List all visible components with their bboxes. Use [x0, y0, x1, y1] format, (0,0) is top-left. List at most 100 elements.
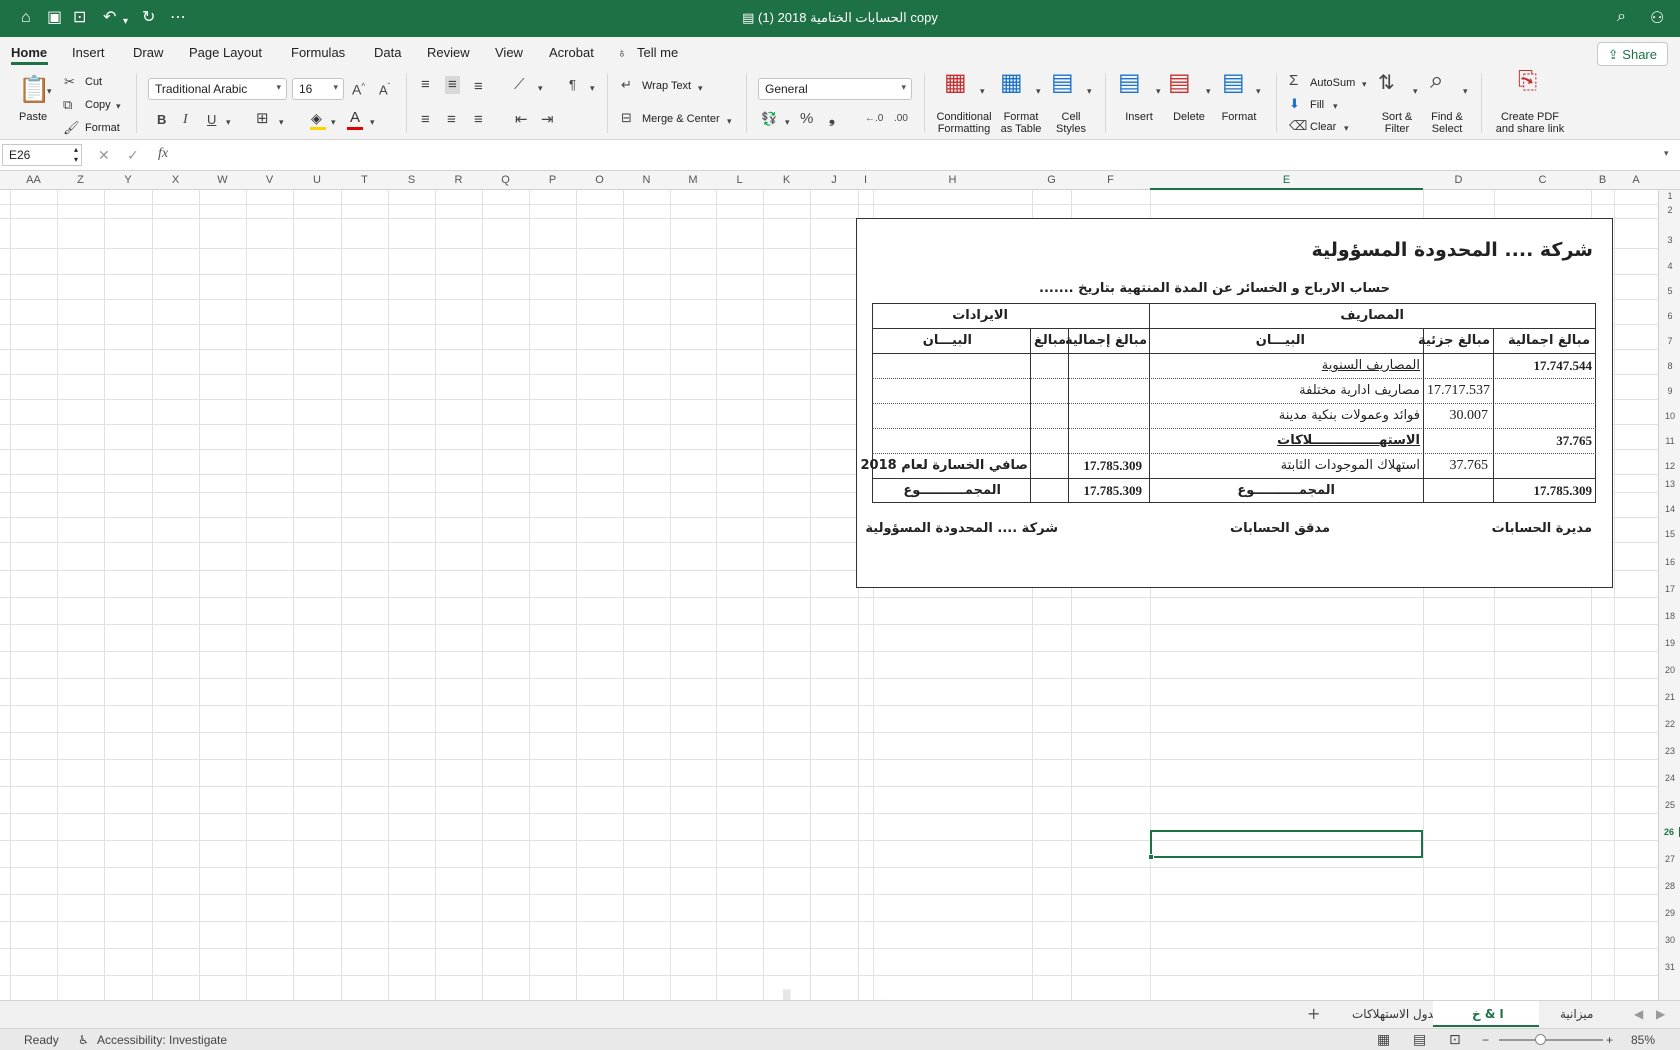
tab-data[interactable]: Data — [374, 45, 401, 60]
row-header-18[interactable]: 18 — [1659, 611, 1680, 621]
increase-font-icon[interactable]: A^ — [352, 79, 365, 98]
row-header-9[interactable]: 9 — [1659, 386, 1680, 396]
copy-button[interactable]: Copy — [85, 99, 111, 111]
autosum-icon[interactable]: Σ — [1289, 73, 1298, 89]
format-as-table-label-1[interactable]: Format — [996, 111, 1046, 123]
cell-styles-icon[interactable]: ▤ — [1051, 71, 1074, 95]
font-color-dropdown-icon[interactable]: ▾ — [370, 114, 375, 130]
format-painter-icon[interactable]: 🖌 — [63, 120, 80, 136]
align-top-icon[interactable]: ≡ — [421, 77, 430, 93]
indent-increase-icon[interactable]: ⇥ — [541, 112, 554, 128]
row-header-14[interactable]: 14 — [1659, 504, 1680, 514]
sort-dropdown-icon[interactable]: ▾ — [1413, 83, 1418, 99]
cell-styles-label-1[interactable]: Cell — [1050, 111, 1092, 123]
row-header-19[interactable]: 19 — [1659, 638, 1680, 648]
format-as-table-icon[interactable]: ▦ — [1000, 71, 1023, 95]
text-direction-icon[interactable]: ¶ — [569, 77, 576, 93]
align-right-icon[interactable]: ≡ — [474, 112, 483, 128]
create-pdf-label-2[interactable]: and share link — [1490, 123, 1570, 135]
column-header-E[interactable]: E — [1150, 171, 1423, 190]
name-box-stepper-icon[interactable]: ▴ ▾ — [74, 145, 78, 165]
column-header-V[interactable]: V — [246, 174, 293, 186]
sort-filter-label-2[interactable]: Filter — [1372, 123, 1422, 135]
increase-decimal-icon[interactable]: ←.0 — [865, 111, 883, 127]
conditional-formatting-label-1[interactable]: Conditional — [932, 111, 996, 123]
row-header-26[interactable]: 26 — [1659, 827, 1680, 837]
row-header-17[interactable]: 17 — [1659, 584, 1680, 594]
tab-insert[interactable]: Insert — [72, 45, 105, 60]
orientation-dropdown-icon[interactable]: ▾ — [538, 80, 543, 96]
row-header-13[interactable]: 13 — [1659, 479, 1680, 489]
cancel-icon[interactable]: ✕ — [98, 147, 110, 164]
tab-acrobat[interactable]: Acrobat — [549, 45, 594, 60]
enter-icon[interactable]: ✓ — [127, 147, 139, 164]
cell-styles-dropdown-icon[interactable]: ▾ — [1087, 83, 1092, 99]
column-header-M[interactable]: M — [670, 174, 716, 186]
column-header-B[interactable]: B — [1591, 174, 1614, 186]
wrap-text-icon[interactable]: ↵ — [621, 77, 632, 93]
currency-dropdown-icon[interactable]: ▾ — [785, 114, 790, 130]
row-header-7[interactable]: 7 — [1659, 336, 1680, 346]
row-header-12[interactable]: 12 — [1659, 461, 1680, 471]
share-button[interactable]: ⇪ Share — [1596, 42, 1668, 66]
page-layout-view-icon[interactable]: ▤ — [1413, 1031, 1426, 1048]
sort-filter-icon[interactable]: ⇅ — [1378, 73, 1395, 93]
column-header-W[interactable]: W — [199, 174, 246, 186]
zoom-slider-thumb[interactable] — [1535, 1034, 1546, 1045]
zoom-out-icon[interactable]: − — [1482, 1033, 1489, 1047]
insert-cells-button[interactable]: Insert — [1116, 111, 1162, 123]
font-size-select[interactable]: 16 ▾ — [292, 78, 344, 100]
account-icon[interactable]: ⚇ — [1650, 8, 1664, 28]
row-header-25[interactable]: 25 — [1659, 800, 1680, 810]
cut-button[interactable]: Cut — [85, 76, 102, 88]
conditional-formatting-label-2[interactable]: Formatting — [932, 123, 996, 135]
column-header-C[interactable]: C — [1494, 174, 1591, 186]
currency-icon[interactable]: 💱 — [761, 111, 777, 127]
accessibility-status[interactable]: Accessibility: Investigate — [97, 1033, 227, 1047]
format-painter-button[interactable]: Format — [85, 122, 120, 134]
format-as-table-label-2[interactable]: as Table — [996, 123, 1046, 135]
scroll-tabs-left-icon[interactable]: ◀ — [1634, 1007, 1643, 1021]
italic-button[interactable]: I — [183, 112, 188, 128]
delete-dropdown-icon[interactable]: ▾ — [1206, 83, 1211, 99]
borders-dropdown-icon[interactable]: ▾ — [279, 114, 284, 130]
selected-cell-E26[interactable] — [1148, 830, 1423, 860]
scroll-tabs-right-icon[interactable]: ▶ — [1656, 1007, 1665, 1021]
row-header-15[interactable]: 15 — [1659, 529, 1680, 539]
accessibility-icon[interactable]: ♿ — [78, 1033, 89, 1047]
column-header-T[interactable]: T — [341, 174, 388, 186]
column-header-N[interactable]: N — [623, 174, 670, 186]
underline-button[interactable]: U — [207, 112, 216, 128]
tab-page-layout[interactable]: Page Layout — [189, 45, 262, 60]
autosum-dropdown-icon[interactable]: ▾ — [1362, 76, 1367, 92]
tab-view[interactable]: View — [495, 45, 523, 60]
row-header-23[interactable]: 23 — [1659, 746, 1680, 756]
percent-icon[interactable]: % — [800, 111, 813, 127]
insert-cells-icon[interactable]: ▤ — [1118, 71, 1141, 95]
paste-button[interactable]: Paste — [19, 111, 47, 123]
row-header-20[interactable]: 20 — [1659, 665, 1680, 675]
format-cells-icon[interactable]: ▤ — [1222, 71, 1245, 95]
eraser-icon[interactable]: ⌫ — [1289, 118, 1307, 134]
delete-cells-button[interactable]: Delete — [1166, 111, 1212, 123]
zoom-in-icon[interactable]: + — [1606, 1033, 1613, 1047]
align-bottom-icon[interactable]: ≡ — [474, 79, 483, 95]
wrap-text-button[interactable]: Wrap Text — [642, 80, 691, 92]
indent-decrease-icon[interactable]: ⇤ — [515, 112, 528, 128]
find-select-label-2[interactable]: Select — [1422, 123, 1472, 135]
column-header-A[interactable]: A — [1614, 174, 1658, 186]
orientation-icon[interactable]: ⟋ — [514, 77, 525, 93]
column-header-D[interactable]: D — [1423, 174, 1494, 186]
column-header-O[interactable]: O — [576, 174, 623, 186]
column-header-X[interactable]: X — [152, 174, 199, 186]
row-header-10[interactable]: 10 — [1659, 411, 1680, 421]
zoom-level[interactable]: 85% — [1631, 1033, 1655, 1047]
row-header-30[interactable]: 30 — [1659, 935, 1680, 945]
page-break-view-icon[interactable]: ⊡ — [1449, 1031, 1461, 1048]
delete-cells-icon[interactable]: ▤ — [1168, 71, 1191, 95]
clear-button[interactable]: Clear — [1310, 121, 1336, 133]
row-header-5[interactable]: 5 — [1659, 286, 1680, 296]
sheet-tab[interactable]: جدول الاستهلاكات — [1352, 1007, 1441, 1021]
tab-formulas[interactable]: Formulas — [291, 45, 345, 60]
column-header-Z[interactable]: Z — [57, 174, 104, 186]
